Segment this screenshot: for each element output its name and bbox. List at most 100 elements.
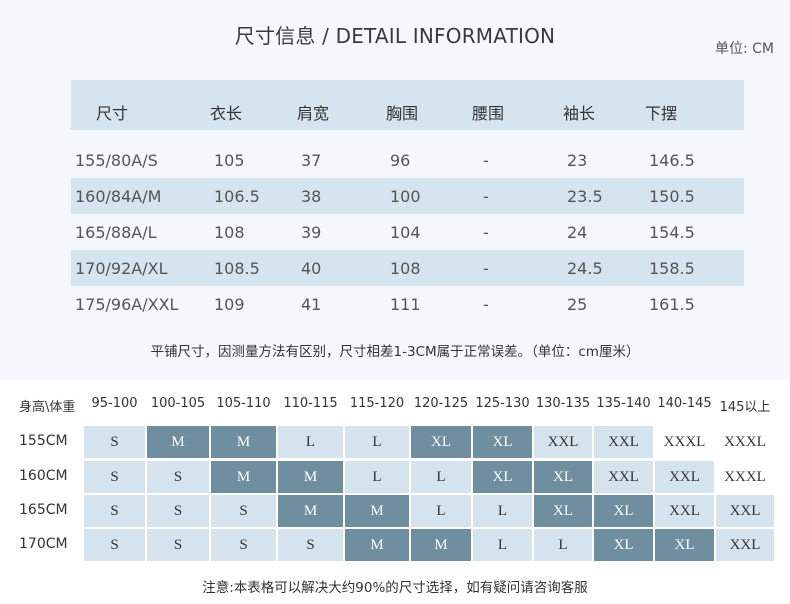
size-table-header-cell: 肩宽: [297, 104, 330, 123]
size-cell: S: [84, 495, 145, 527]
size-table-cell: 108: [214, 223, 245, 242]
size-table-cell: 158.5: [649, 259, 695, 278]
size-cell: S: [147, 461, 209, 493]
weight-header: 110-115: [283, 396, 338, 411]
size-cell: XXXL: [655, 426, 714, 458]
size-cell: M: [345, 529, 409, 561]
size-table-cell: 96: [390, 151, 411, 170]
size-cell: M: [278, 461, 343, 493]
size-table-cell: 108: [390, 259, 421, 278]
size-cell: L: [345, 461, 409, 493]
weight-header: 125-130: [475, 396, 530, 411]
height-label: 160CM: [19, 468, 68, 484]
size-cell: XL: [594, 495, 653, 527]
size-table-cell: 104: [390, 223, 421, 242]
size-table-cell: 23.5: [567, 187, 603, 206]
size-table-cell: 109: [214, 295, 245, 314]
size-table-cell: 25: [567, 295, 588, 314]
size-table-cell: -: [483, 259, 489, 278]
size-cell: XL: [655, 529, 714, 561]
size-table-cell: -: [483, 295, 489, 314]
size-table-cell: 106.5: [214, 187, 260, 206]
size-table-cell: -: [483, 151, 489, 170]
size-table-cell: 40: [301, 259, 322, 278]
size-table-cell: 37: [301, 151, 322, 170]
size-table-cell: 150.5: [649, 187, 695, 206]
weight-header: 105-110: [216, 396, 271, 411]
size-cell: XXL: [655, 495, 714, 527]
size-cell: L: [473, 529, 532, 561]
page-title: 尺寸信息 / DETAIL INFORMATION: [234, 24, 556, 48]
size-cell: L: [473, 495, 532, 527]
size-cell: L: [411, 461, 471, 493]
size-cell: M: [211, 426, 276, 458]
size-table-cell: 100: [390, 187, 421, 206]
size-cell: XXXL: [716, 461, 774, 493]
weight-header: 140-145: [657, 396, 712, 411]
size-table-cell: 41: [301, 295, 322, 314]
size-cell: XXL: [716, 495, 774, 527]
size-cell: XXXL: [716, 426, 774, 458]
size-table-cell: -: [483, 187, 489, 206]
size-table-cell: 24.5: [567, 259, 603, 278]
size-table-cell: 155/80A/S: [75, 151, 158, 170]
size-cell: S: [84, 529, 145, 561]
weight-header: 95-100: [91, 396, 138, 411]
size-cell: L: [345, 426, 409, 458]
size-table-header-cell: 袖长: [563, 104, 596, 123]
size-cell: L: [534, 529, 592, 561]
weight-header: 120-125: [413, 396, 469, 411]
size-table-cell: -: [483, 223, 489, 242]
size-cell: M: [411, 529, 471, 561]
size-table-header-cell: 衣长: [210, 104, 243, 123]
size-cell: S: [211, 529, 276, 561]
size-table-cell: 108.5: [214, 259, 260, 278]
weight-header: 135-140: [596, 396, 651, 411]
size-cell: S: [278, 529, 343, 561]
size-cell: XXL: [716, 529, 774, 561]
size-cell: XL: [411, 426, 471, 458]
size-cell: XXL: [655, 461, 714, 493]
size-cell: XL: [594, 529, 653, 561]
size-cell: XXL: [594, 426, 653, 458]
size-cell: S: [147, 529, 209, 561]
size-table-cell: 111: [390, 295, 421, 314]
size-cell: L: [411, 495, 471, 527]
grid-corner-label: 身高\体重: [19, 400, 76, 415]
size-table-cell: 165/88A/L: [75, 223, 157, 242]
size-table-cell: 160/84A/M: [75, 187, 162, 206]
size-table-header-cell: 腰围: [472, 104, 505, 123]
height-label: 165CM: [19, 502, 68, 518]
size-cell: S: [84, 461, 145, 493]
height-label: 155CM: [19, 433, 68, 449]
size-table-header-cell: 胸围: [386, 104, 419, 123]
size-table-cell: 170/92A/XL: [75, 259, 168, 278]
size-table-cell: 23: [567, 151, 588, 170]
size-cell: XL: [534, 461, 592, 493]
size-cell: S: [211, 495, 276, 527]
size-cell: S: [84, 426, 145, 458]
size-table-cell: 161.5: [649, 295, 695, 314]
size-cell: M: [345, 495, 409, 527]
size-cell: XXL: [594, 461, 653, 493]
size-table-cell: 175/96A/XXL: [75, 295, 179, 314]
height-label: 170CM: [19, 536, 68, 552]
size-cell: L: [278, 426, 343, 458]
unit-label: 单位: CM: [714, 41, 774, 57]
size-cell: M: [211, 461, 276, 493]
size-cell: S: [147, 495, 209, 527]
size-table-header-cell: 尺寸: [96, 104, 129, 123]
size-cell: M: [278, 495, 343, 527]
size-cell: XL: [473, 426, 532, 458]
size-cell: XXL: [534, 426, 592, 458]
weight-header: 130-135: [535, 396, 591, 411]
size-table-header-cell: 下摆: [645, 104, 678, 123]
size-cell: M: [147, 426, 209, 458]
size-table-cell: 154.5: [649, 223, 695, 242]
size-table-cell: 146.5: [649, 151, 695, 170]
grid-note: 注意:本表格可以解决大约90%的尺寸选择，如有疑问请咨询客服: [202, 580, 588, 596]
weight-header: 145以上: [719, 400, 771, 415]
size-table-cell: 105: [214, 151, 245, 170]
size-table-cell: 39: [301, 223, 322, 242]
weight-header: 100-105: [150, 396, 206, 411]
